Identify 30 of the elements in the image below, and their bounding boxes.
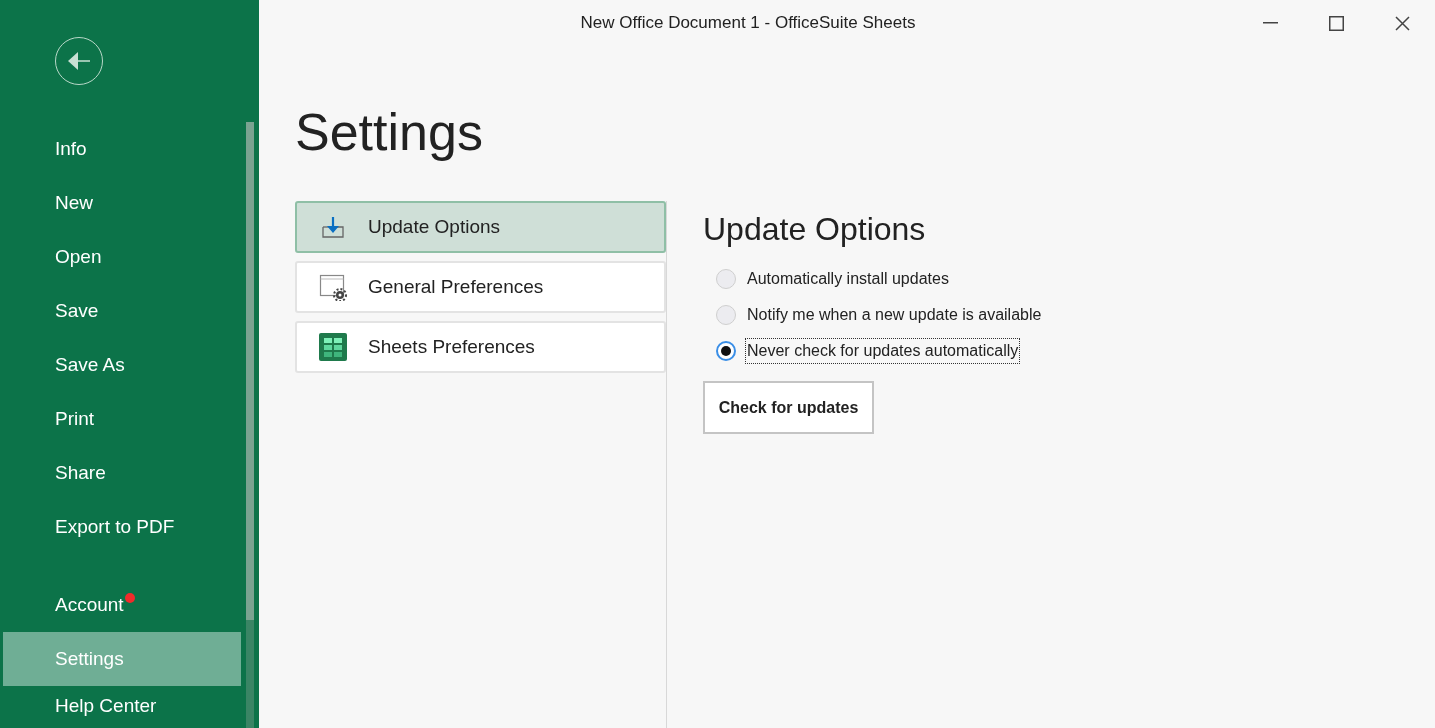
check-updates-button[interactable]: Check for updates bbox=[703, 381, 874, 435]
sidebar-item[interactable]: Print bbox=[3, 392, 241, 446]
sidebar-item[interactable]: Save bbox=[3, 284, 241, 338]
sidebar-item[interactable]: Export to PDF bbox=[3, 500, 241, 554]
category-tab[interactable]: General Preferences bbox=[295, 261, 666, 314]
window-gear-icon bbox=[319, 273, 347, 302]
page-heading: Settings bbox=[295, 104, 483, 162]
radio-button[interactable] bbox=[716, 269, 736, 290]
scrollbar-thumb[interactable] bbox=[246, 122, 254, 620]
radio-button[interactable] bbox=[716, 341, 736, 362]
window-title: New Office Document 1 - OfficeSuite Sheets bbox=[579, 12, 917, 35]
category-tab[interactable]: Update Options bbox=[295, 201, 666, 254]
spreadsheet-icon bbox=[319, 333, 347, 362]
sidebar-item[interactable]: Account bbox=[3, 578, 241, 632]
section-heading: Update Options bbox=[703, 210, 927, 250]
minimize-icon bbox=[1262, 22, 1278, 24]
sidebar-item[interactable]: Save As bbox=[3, 338, 241, 392]
sidebar-item[interactable]: Help Center bbox=[3, 686, 241, 726]
sidebar-item[interactable]: Share bbox=[3, 446, 241, 500]
radio-label[interactable]: Never check for updates automatically bbox=[746, 339, 1020, 364]
close-icon bbox=[1394, 15, 1410, 31]
back-arrow-icon bbox=[67, 51, 91, 71]
sidebar-item[interactable]: New bbox=[3, 176, 241, 230]
maximize-icon bbox=[1328, 15, 1344, 31]
sidebar-item[interactable]: Info bbox=[3, 122, 241, 176]
sidebar-item[interactable]: Open bbox=[3, 230, 241, 284]
category-tab[interactable]: Sheets Preferences bbox=[295, 321, 666, 374]
radio-label[interactable]: Automatically install updates bbox=[746, 267, 950, 292]
radio-label[interactable]: Notify me when a new update is available bbox=[746, 303, 1043, 328]
radio-button[interactable] bbox=[716, 305, 736, 326]
